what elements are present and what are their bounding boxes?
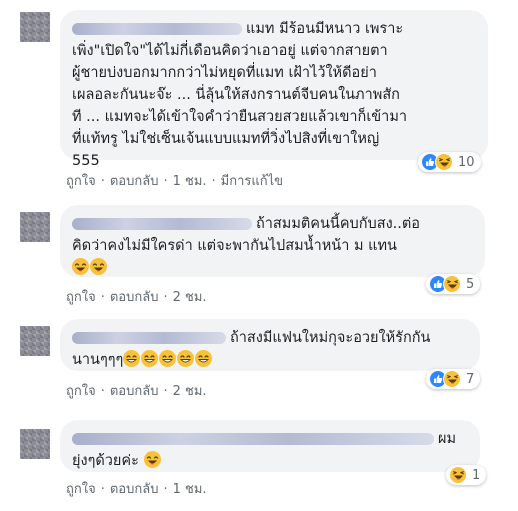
commenter-name[interactable]: [72, 23, 242, 35]
haha-icon: [449, 466, 467, 484]
edited-label[interactable]: มีการแก้ไข: [221, 174, 283, 189]
timestamp[interactable]: 2 ชม.: [173, 384, 207, 399]
comment-line: ผู้ชายบ่งบอกมากกว่าไม่หยุดที่แมท เฝ้าไว้…: [72, 65, 377, 81]
comment-line: เพิ่ง"เปิดใจ"ได้ไม่กี่เดือนคิดว่าเอาอยู่…: [72, 43, 388, 59]
haha-icon: [443, 275, 461, 293]
avatar[interactable]: [20, 326, 50, 356]
emoji-row: [72, 257, 473, 279]
separator: ·: [100, 384, 105, 399]
comment-bubble: แมท มีร้อนมีหนาว เพราะ เพิ่ง"เปิดใจ"ได้ไ…: [60, 10, 488, 169]
reply-link[interactable]: ตอบกลับ: [110, 384, 159, 399]
comment-line: แมท มีร้อนมีหนาว เพราะ: [72, 18, 476, 40]
separator: ·: [163, 482, 168, 497]
grin-emoji: [195, 350, 213, 367]
separator: ·: [163, 174, 168, 189]
reply-link[interactable]: ตอบกลับ: [110, 174, 159, 189]
like-link[interactable]: ถูกใจ: [66, 174, 96, 189]
reaction-summary[interactable]: 5: [426, 274, 481, 294]
timestamp[interactable]: 2 ชม.: [173, 290, 207, 305]
comment-actions: ถูกใจ · ตอบกลับ · 1 ชม. · มีการแก้ไข: [66, 170, 283, 191]
timestamp[interactable]: 1 ชม.: [173, 174, 207, 189]
separator: ·: [100, 482, 105, 497]
separator: ·: [163, 384, 168, 399]
comment-line: ถ้าสมมติคนนี้คบกับสง..ต่อ: [72, 213, 473, 235]
timestamp[interactable]: 1 ชม.: [173, 482, 207, 497]
comment-line: ที่แท้ทรู ไม่ใช่เซ็นเจ้นแบบแมทที่วิ่งไปส…: [72, 131, 380, 147]
comment-line: ผม: [72, 428, 468, 450]
laugh-emoji: [143, 451, 161, 468]
laugh-emoji: [90, 258, 107, 275]
comment-line: 555: [72, 153, 100, 169]
commenter-name[interactable]: [72, 433, 434, 445]
laugh-emoji: [72, 258, 89, 275]
separator: ·: [163, 290, 168, 305]
reaction-count: 1: [472, 467, 481, 483]
reply-link[interactable]: ตอบกลับ: [110, 290, 159, 305]
like-link[interactable]: ถูกใจ: [66, 384, 96, 399]
haha-icon: [443, 370, 461, 388]
comment-actions: ถูกใจ · ตอบกลับ · 2 ชม.: [66, 380, 207, 401]
comment-line: ที ... แมทจะได้เข้าใจคำว่ายืนสวยสวยแล้วเ…: [72, 109, 408, 125]
commenter-name[interactable]: [72, 218, 252, 230]
comment-bubble: ผม ยุ่งๆด้วยค่ะ: [60, 420, 480, 472]
comment-line: เผลอละกันนะจ๊ะ ... นี่ลุ้นให้สงกรานต์จีบ…: [72, 87, 400, 103]
separator: ·: [100, 290, 105, 305]
grin-emoji: [123, 350, 141, 367]
comment-bubble: ถ้าสงมีแฟนใหม่กุจะอวยให้รักกัน นานๆๆๆ: [60, 319, 480, 371]
reaction-count: 7: [466, 371, 475, 387]
grin-emoji: [177, 350, 195, 367]
grin-emoji: [159, 350, 177, 367]
like-link[interactable]: ถูกใจ: [66, 290, 96, 305]
comment-actions: ถูกใจ · ตอบกลับ · 1 ชม.: [66, 478, 207, 499]
avatar[interactable]: [20, 429, 50, 459]
comment-line: นานๆๆๆ: [72, 349, 468, 371]
comment-line: ยุ่งๆด้วยค่ะ: [72, 450, 468, 472]
separator: ·: [211, 174, 216, 189]
avatar[interactable]: [20, 12, 50, 42]
comment-line: ถ้าสงมีแฟนใหม่กุจะอวยให้รักกัน: [72, 327, 468, 349]
reaction-count: 10: [458, 154, 475, 170]
grin-emoji: [141, 350, 159, 367]
haha-icon: [435, 153, 453, 171]
separator: ·: [100, 174, 105, 189]
comment-actions: ถูกใจ · ตอบกลับ · 2 ชม.: [66, 286, 207, 307]
comment-line: คิดว่าคงไม่มีใครด่า แต่จะพากันไปสมน้ำหน้…: [72, 238, 397, 254]
reaction-summary[interactable]: 10: [418, 152, 481, 172]
reaction-summary[interactable]: 1: [446, 465, 487, 485]
like-link[interactable]: ถูกใจ: [66, 482, 96, 497]
commenter-name[interactable]: [72, 332, 226, 344]
avatar[interactable]: [20, 212, 50, 242]
reaction-count: 5: [466, 276, 475, 292]
comment-bubble: ถ้าสมมติคนนี้คบกับสง..ต่อ คิดว่าคงไม่มีใ…: [60, 205, 485, 277]
reply-link[interactable]: ตอบกลับ: [110, 482, 159, 497]
reaction-summary[interactable]: 7: [426, 369, 481, 389]
